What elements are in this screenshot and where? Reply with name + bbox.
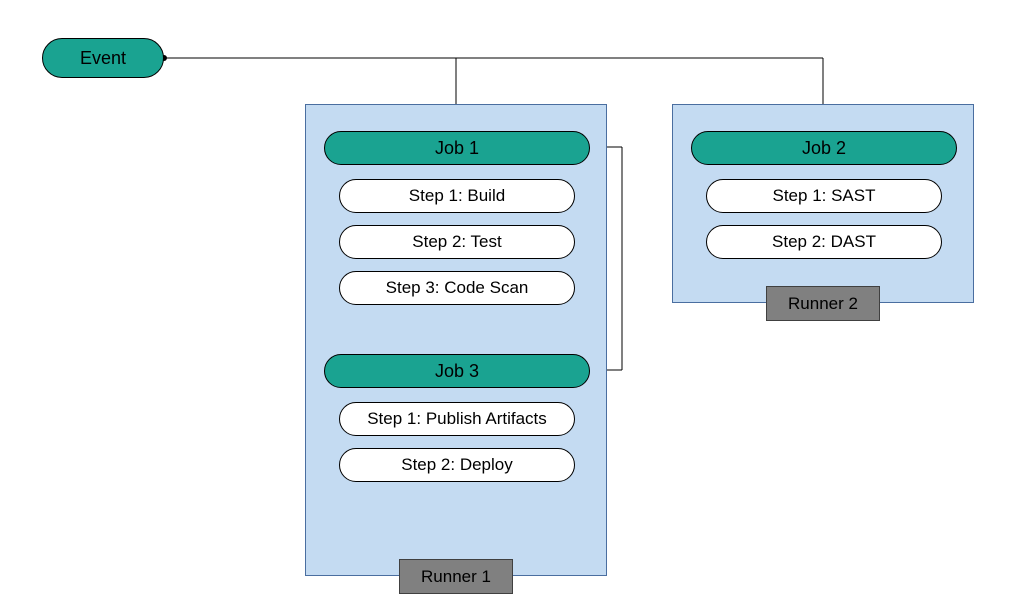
job-1-step-2: Step 2: Test <box>339 225 575 259</box>
runner-2-panel: Job 2 Step 1: SAST Step 2: DAST <box>672 104 974 303</box>
job-2-node: Job 2 <box>691 131 957 165</box>
job-3-label: Job 3 <box>435 361 479 382</box>
runner-2-label: Runner 2 <box>766 286 880 321</box>
job-1-node: Job 1 <box>324 131 590 165</box>
job-2-step-2: Step 2: DAST <box>706 225 942 259</box>
step-label: Step 2: Test <box>412 232 501 252</box>
job-2-label: Job 2 <box>802 138 846 159</box>
job-3-step-2: Step 2: Deploy <box>339 448 575 482</box>
job-1-step-1: Step 1: Build <box>339 179 575 213</box>
runner-1-panel: Job 1 Step 1: Build Step 2: Test Step 3:… <box>305 104 607 576</box>
step-label: Step 1: Build <box>409 186 505 206</box>
job-3-step-1: Step 1: Publish Artifacts <box>339 402 575 436</box>
runner-label-text: Runner 2 <box>788 294 858 314</box>
step-label: Step 2: DAST <box>772 232 876 252</box>
event-node: Event <box>42 38 164 78</box>
event-label: Event <box>80 48 126 69</box>
step-label: Step 3: Code Scan <box>386 278 529 298</box>
step-label: Step 2: Deploy <box>401 455 513 475</box>
job-1-label: Job 1 <box>435 138 479 159</box>
step-label: Step 1: SAST <box>773 186 876 206</box>
runner-1-label: Runner 1 <box>399 559 513 594</box>
step-label: Step 1: Publish Artifacts <box>367 409 547 429</box>
runner-label-text: Runner 1 <box>421 567 491 587</box>
job-2-step-1: Step 1: SAST <box>706 179 942 213</box>
job-1-step-3: Step 3: Code Scan <box>339 271 575 305</box>
job-3-node: Job 3 <box>324 354 590 388</box>
